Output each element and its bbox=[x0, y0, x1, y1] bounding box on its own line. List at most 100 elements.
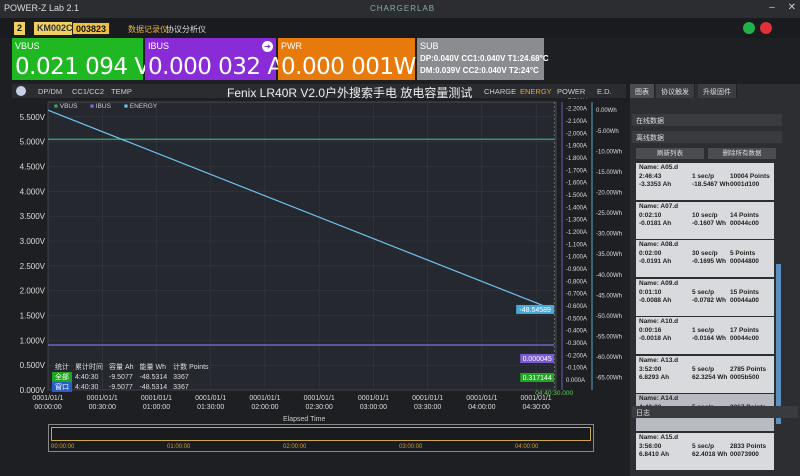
online-data-section[interactable]: 在线数据 bbox=[632, 114, 782, 126]
y-right-tick: -65.00Wh bbox=[596, 376, 622, 382]
y-mid-tick: -0.100A bbox=[566, 366, 587, 372]
mode-ed[interactable]: E.D. bbox=[597, 87, 612, 96]
time-range-handle[interactable] bbox=[51, 427, 591, 441]
x-tick: 0001/01/1 bbox=[358, 395, 389, 402]
record-name: Name: A08.d bbox=[639, 241, 679, 248]
y-mid-tick: -1.500A bbox=[566, 193, 587, 199]
record-item[interactable]: Name: A08.d 0:02:00 -0.0191 Ah 30 sec/p -0.1… bbox=[636, 240, 774, 277]
mode-charge[interactable]: CHARGE bbox=[484, 87, 516, 96]
vbus-end-tag: 0.317144 bbox=[523, 375, 552, 382]
record-item[interactable]: Name: A10.d 0:00:16 -0.0018 Ah 1 sec/p -0.01… bbox=[636, 317, 774, 354]
app-title: POWER-Z Lab 2.1 bbox=[4, 3, 80, 13]
camera-icon[interactable] bbox=[16, 86, 26, 96]
refresh-list-button[interactable]: 刷新列表 bbox=[636, 148, 704, 159]
y-left-tick: 4.500V bbox=[20, 163, 46, 172]
time-range-scrollbar[interactable]: 00:00:00 01:00:00 02:00:00 03:00:00 04:0… bbox=[48, 424, 594, 452]
y-left-tick: 5.000V bbox=[20, 138, 46, 147]
x-tick: 01:30:00 bbox=[197, 404, 224, 411]
legend-ibus: ■ IBUS bbox=[90, 103, 111, 110]
record-field: -0.0164 Wh bbox=[692, 335, 726, 342]
mode-energy[interactable]: ENERGY bbox=[520, 87, 552, 96]
y-mid-tick: -1.000A bbox=[566, 255, 587, 261]
y-mid-tick: -0.900A bbox=[566, 267, 587, 273]
tab-cc[interactable]: CC1/CC2 bbox=[72, 87, 104, 96]
offline-data-section[interactable]: 离线数据 bbox=[632, 131, 782, 143]
y-right-tick: -40.00Wh bbox=[596, 273, 622, 279]
y-mid-tick: -1.100A bbox=[566, 242, 587, 248]
record-field: -18.5467 Wh bbox=[692, 181, 730, 188]
pwr-value: 0.000 001W bbox=[281, 54, 416, 80]
sub-line-1: DP:0.040V CC1:0.040V T1:24.68°C bbox=[420, 54, 549, 63]
mode-power[interactable]: POWER bbox=[557, 87, 585, 96]
record-item[interactable]: Name: A09.d 0:01:10 -0.0088 Ah 5 sec/p -0.07… bbox=[636, 278, 774, 316]
record-field: 00044800 bbox=[730, 258, 759, 265]
record-item[interactable]: Name: A05.d 2:46:43 -3.3353 Ah 1 sec/p -18.5… bbox=[636, 163, 774, 200]
record-field: 00044c00 bbox=[730, 335, 759, 342]
device-model-badge[interactable]: KM002C bbox=[34, 22, 76, 35]
y-mid-tick: -2.000A bbox=[566, 131, 587, 137]
tab-firmware-upgrade[interactable]: 升级固件 bbox=[698, 84, 737, 98]
stats-cell: 3367 bbox=[173, 373, 189, 381]
records-scrollbar[interactable] bbox=[776, 264, 781, 424]
stats-cell: -9.5077 bbox=[109, 383, 133, 391]
record-item[interactable]: Name: A07.d 0:02:10 -0.0181 Ah 10 sec/p -0.1… bbox=[636, 201, 774, 239]
record-field: 6.8293 Ah bbox=[639, 373, 670, 381]
scroll-tick: 04:00:00 bbox=[515, 444, 539, 450]
tab-data-logger[interactable]: 数据记录仪 bbox=[128, 24, 168, 35]
record-field: 3:56:00 bbox=[639, 442, 662, 450]
x-tick: 0001/01/1 bbox=[195, 395, 226, 402]
record-field: 2:46:43 bbox=[639, 173, 662, 180]
plot-area bbox=[47, 101, 557, 391]
record-field: 2833 Points bbox=[730, 442, 767, 450]
stats-cell: 3367 bbox=[173, 383, 189, 391]
x-tick: 00:30:00 bbox=[89, 404, 116, 411]
tab-dp-dm[interactable]: DP/DM bbox=[38, 87, 62, 96]
record-name: Name: A15.d bbox=[639, 433, 679, 441]
x-tick: 0001/01/1 bbox=[466, 395, 497, 402]
close-button[interactable]: ✕ bbox=[788, 2, 796, 13]
tab-protocol-analyzer[interactable]: 协议分析仪 bbox=[166, 24, 206, 35]
stats-header: 容量 Ah bbox=[109, 364, 134, 371]
tab-temp[interactable]: TEMP bbox=[111, 87, 132, 96]
y-mid-tick: -0.700A bbox=[566, 292, 587, 298]
x-axis-title: Elapsed Time bbox=[283, 416, 326, 423]
stats-row-label: 全部 bbox=[52, 372, 72, 382]
y-mid-tick: -0.600A bbox=[566, 304, 587, 310]
right-panel: 图表 协议触发 升级固件 在线数据 离线数据 刷新列表 删除所有数据 Name:… bbox=[630, 84, 800, 476]
scroll-tick: 02:00:00 bbox=[283, 444, 307, 450]
sub-line-2: DM:0.039V CC2:0.040V T2:24°C bbox=[420, 66, 539, 75]
delete-all-button[interactable]: 删除所有数据 bbox=[708, 148, 776, 159]
x-tick: 0001/01/1 bbox=[87, 395, 118, 402]
x-tick: 01:00:00 bbox=[143, 404, 170, 411]
record-field: 00073900 bbox=[730, 450, 759, 458]
y-mid-tick: -1.800A bbox=[566, 156, 587, 162]
ibus-direction-icon[interactable]: ➜ bbox=[262, 41, 273, 52]
y-mid-tick: -0.800A bbox=[566, 279, 587, 285]
y-right-tick: -10.00Wh bbox=[596, 149, 622, 155]
y-right-tick: -35.00Wh bbox=[596, 252, 622, 258]
y-mid-tick: 0.000A bbox=[566, 378, 585, 384]
record-item[interactable]: Name: A13.d 3:52:00 6.8293 Ah 5 sec/p 62.325… bbox=[636, 355, 774, 393]
record-item[interactable]: Name: A15.d 3:56:00 6.8410 Ah 5 sec/p 62.401… bbox=[636, 432, 774, 470]
stats-cell: -48.5314 bbox=[139, 383, 168, 391]
device-serial-badge[interactable]: 003823 bbox=[72, 22, 111, 35]
ibus-label: IBUS bbox=[148, 41, 170, 51]
record-field: 2785 Points bbox=[730, 365, 767, 373]
stats-cell: -48.5314 bbox=[139, 373, 168, 381]
record-field: 10 sec/p bbox=[692, 211, 718, 219]
status-green-icon[interactable] bbox=[743, 22, 755, 34]
y-left-tick: 5.500V bbox=[20, 113, 46, 122]
y-right-tick: -25.00Wh bbox=[596, 211, 622, 217]
tab-protocol-trigger[interactable]: 协议触发 bbox=[656, 84, 695, 98]
record-field: 00044a00 bbox=[730, 296, 759, 304]
y-mid-tick: -2.200A bbox=[566, 107, 587, 113]
minimize-button[interactable]: – bbox=[769, 2, 775, 13]
record-field: -0.0191 Ah bbox=[639, 258, 672, 265]
log-section[interactable]: 日志 bbox=[632, 406, 798, 418]
record-field: -3.3353 Ah bbox=[639, 181, 672, 188]
brand-logo: CHARGERLAB bbox=[370, 4, 436, 13]
scroll-tick: 00:00:00 bbox=[51, 444, 75, 450]
status-red-icon[interactable] bbox=[760, 22, 772, 34]
y-right-tick: -45.00Wh bbox=[596, 293, 622, 299]
tab-chart[interactable]: 图表 bbox=[630, 84, 655, 98]
